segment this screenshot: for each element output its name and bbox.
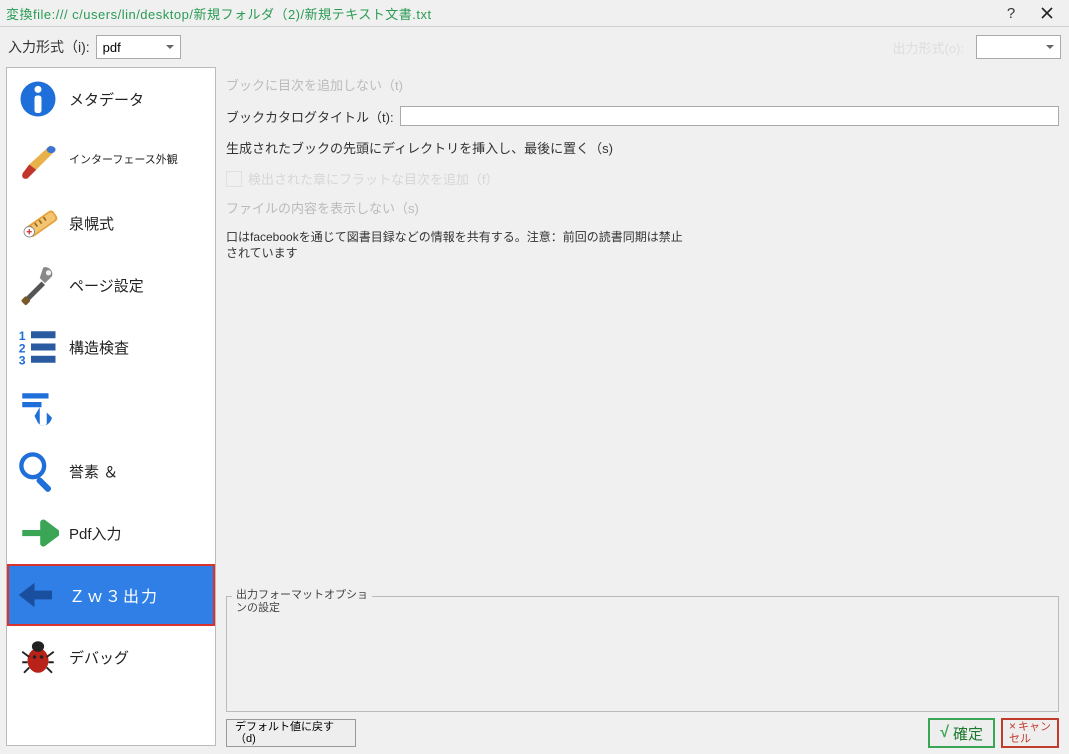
- sidebar-item-label: Pdf入力: [69, 523, 122, 544]
- sidebar-item-yoso[interactable]: 誉素 ＆: [7, 440, 215, 502]
- sidebar-item-label: 誉素 ＆: [69, 461, 118, 482]
- sidebar-item-debug[interactable]: デバッグ: [7, 626, 215, 688]
- list-numbers-icon: 123: [15, 324, 61, 370]
- arrow-left-icon: [15, 572, 61, 618]
- ruler-icon: [15, 200, 61, 246]
- sidebar-item-izumihoro[interactable]: 泉幌式: [7, 192, 215, 254]
- info-icon: [15, 76, 61, 122]
- arrow-right-icon: [15, 510, 61, 556]
- input-format-label: 入力形式（i):: [8, 37, 90, 57]
- ok-button[interactable]: √ 確定: [928, 718, 995, 748]
- option-dir-insert: 生成されたブックの先頭にディレクトリを挿入し、最後に置く（s): [226, 138, 1059, 157]
- top-controls: 入力形式（i): pdf 出力形式(o):: [0, 27, 1069, 67]
- sidebar-item-label: デバッグ: [69, 647, 129, 668]
- check-icon: √: [940, 724, 949, 742]
- cancel-button[interactable]: ×キャン セル: [1001, 718, 1059, 748]
- sidebar-item-blank[interactable]: [7, 378, 215, 440]
- sidebar-item-zw3-output[interactable]: Ｚｗ３出力: [7, 564, 215, 626]
- titlebar: 変換file:/// c/users/lin/desktop/新規フォルダ（2)…: [0, 0, 1069, 26]
- bottom-buttons: デフォルト値に戻す （d) √ 確定 ×キャン セル: [226, 712, 1059, 748]
- sidebar-item-pdf-input[interactable]: Pdf入力: [7, 502, 215, 564]
- sidebar-item-label: 構造検査: [69, 337, 129, 358]
- close-button[interactable]: [1029, 0, 1065, 26]
- main-panel: ブックに目次を追加しない（t) ブックカタログタイトル（t): 生成されたブック…: [216, 67, 1069, 754]
- option-no-toc: ブックに目次を追加しない（t): [226, 75, 1059, 94]
- option-flat-toc: 検出された章にフラットな目次を追加（f）: [226, 169, 1059, 188]
- sidebar-item-label: メタデータ: [69, 89, 144, 110]
- input-format-select[interactable]: pdf: [96, 35, 181, 59]
- sidebar-item-page-setup[interactable]: ページ設定: [7, 254, 215, 316]
- facebook-note: 口はfacebookを通じて図書目録などの情報を共有する。注意：前回の読書同期は…: [226, 229, 686, 261]
- sidebar-item-metadata[interactable]: メタデータ: [7, 68, 215, 130]
- brush-icon: [15, 138, 61, 184]
- catalog-title-label: ブックカタログタイトル（t):: [226, 107, 394, 126]
- catalog-title-input[interactable]: [400, 106, 1059, 126]
- sidebar-item-interface[interactable]: インターフェース外観: [7, 130, 215, 192]
- output-format-select[interactable]: [976, 35, 1061, 59]
- touch-icon: [15, 386, 61, 432]
- sidebar: メタデータ インターフェース外観 泉幌式 ページ設定 123 構造検査: [6, 67, 216, 746]
- checkbox-icon: [226, 171, 242, 187]
- sidebar-item-label: ページ設定: [69, 275, 144, 296]
- output-format-group: 出力フォーマットオプションの設定: [226, 596, 1059, 712]
- options-content: ブックに目次を追加しない（t) ブックカタログタイトル（t): 生成されたブック…: [226, 75, 1059, 588]
- window-title: 変換file:/// c/users/lin/desktop/新規フォルダ（2)…: [4, 4, 993, 23]
- search-icon: [15, 448, 61, 494]
- sidebar-item-label: Ｚｗ３出力: [69, 583, 159, 607]
- sidebar-item-label: インターフェース外観: [69, 154, 178, 167]
- output-format-label: 出力形式(o):: [892, 38, 964, 57]
- help-button[interactable]: ?: [993, 0, 1029, 26]
- catalog-title-field: ブックカタログタイトル（t):: [226, 106, 1059, 126]
- sidebar-item-structure[interactable]: 123 構造検査: [7, 316, 215, 378]
- bug-icon: [15, 634, 61, 680]
- svg-text:3: 3: [19, 354, 26, 368]
- sidebar-item-label: [69, 401, 73, 418]
- x-icon: ×: [1009, 719, 1016, 733]
- option-hide-content: ファイルの内容を表示しない（s): [226, 198, 1059, 217]
- tools-icon: [15, 262, 61, 308]
- restore-defaults-button[interactable]: デフォルト値に戻す （d): [226, 719, 356, 747]
- output-format-label: 出力フォーマットオプションの設定: [232, 589, 372, 615]
- sidebar-item-label: 泉幌式: [69, 213, 114, 234]
